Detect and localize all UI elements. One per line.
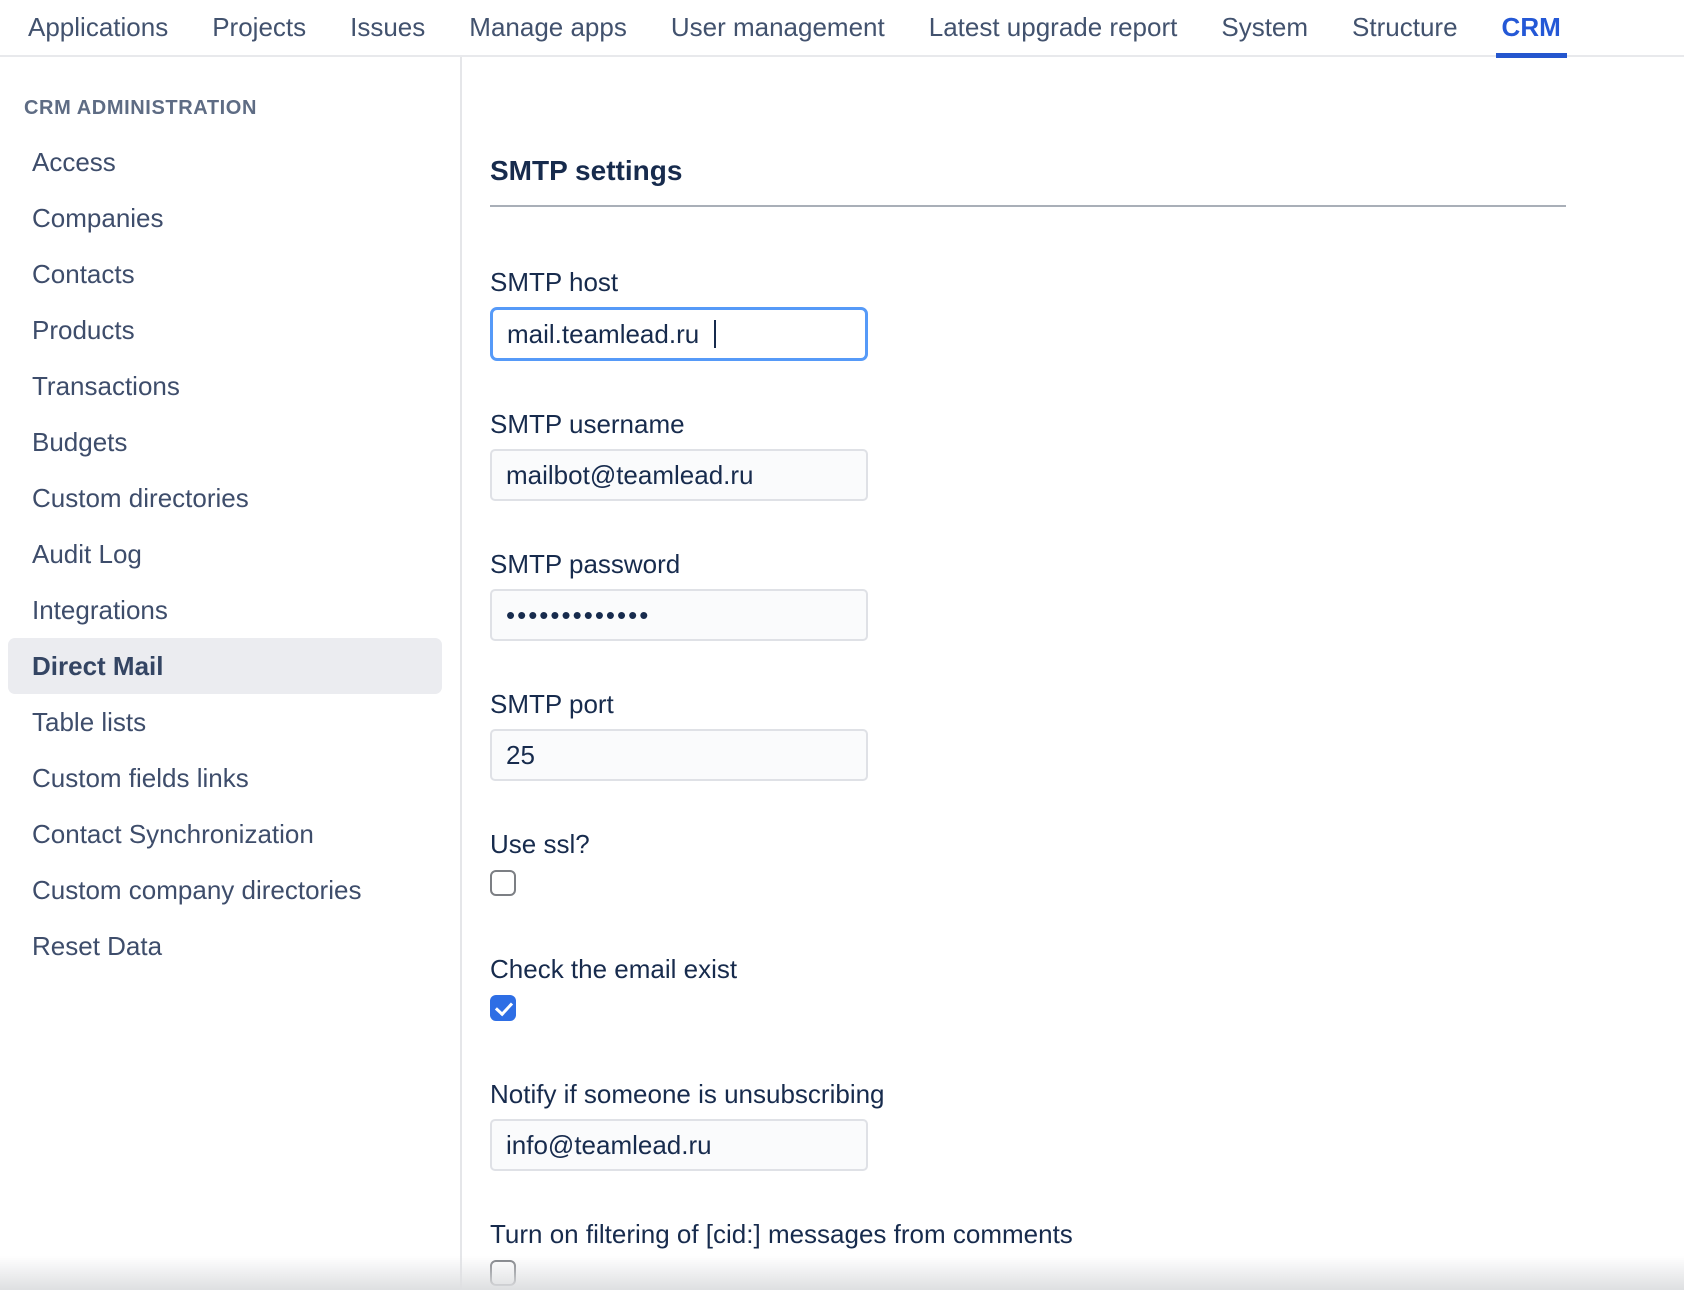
smtp-port-label: SMTP port bbox=[490, 687, 1566, 721]
field-unsubscribe-notify: Notify if someone is unsubscribing bbox=[490, 1077, 1566, 1171]
sidebar-item-custom-fields-links[interactable]: Custom fields links bbox=[8, 750, 442, 806]
field-check-email-exist: Check the email exist bbox=[490, 952, 1566, 1021]
nav-item-system[interactable]: System bbox=[1221, 0, 1308, 56]
unsubscribe-notify-input-wrap bbox=[490, 1119, 868, 1171]
field-smtp-host: SMTP host bbox=[490, 265, 1566, 361]
sidebar-item-table-lists[interactable]: Table lists bbox=[8, 694, 442, 750]
smtp-username-input[interactable] bbox=[490, 449, 868, 501]
smtp-port-input-wrap bbox=[490, 729, 868, 781]
sidebar-heading: CRM ADMINISTRATION bbox=[0, 97, 460, 120]
sidebar-item-companies[interactable]: Companies bbox=[8, 190, 442, 246]
field-smtp-password: SMTP password bbox=[490, 547, 1566, 641]
main-content: SMTP settings SMTP host SMTP username bbox=[462, 57, 1684, 1290]
text-caret bbox=[714, 320, 716, 348]
unsubscribe-notify-input[interactable] bbox=[490, 1119, 868, 1171]
sidebar-item-custom-directories[interactable]: Custom directories bbox=[8, 470, 442, 526]
smtp-username-label: SMTP username bbox=[490, 407, 1566, 441]
use-ssl-checkbox[interactable] bbox=[490, 870, 516, 896]
nav-item-crm[interactable]: CRM bbox=[1502, 0, 1561, 56]
sidebar-item-custom-company-directories[interactable]: Custom company directories bbox=[8, 862, 442, 918]
nav-item-structure[interactable]: Structure bbox=[1352, 0, 1458, 56]
field-cid-filtering: Turn on filtering of [cid:] messages fro… bbox=[490, 1217, 1566, 1286]
field-smtp-port: SMTP port bbox=[490, 687, 1566, 781]
unsubscribe-notify-label: Notify if someone is unsubscribing bbox=[490, 1077, 1566, 1111]
sidebar-item-access[interactable]: Access bbox=[8, 134, 442, 190]
nav-item-issues[interactable]: Issues bbox=[350, 0, 425, 56]
page-layout: CRM ADMINISTRATION Access Companies Cont… bbox=[0, 57, 1684, 1290]
check-email-exist-label: Check the email exist bbox=[490, 952, 1566, 986]
top-nav: Applications Projects Issues Manage apps… bbox=[0, 0, 1684, 57]
sidebar-item-audit-log[interactable]: Audit Log bbox=[8, 526, 442, 582]
sidebar-item-contact-synchronization[interactable]: Contact Synchronization bbox=[8, 806, 442, 862]
sidebar-item-transactions[interactable]: Transactions bbox=[8, 358, 442, 414]
check-email-exist-checkbox[interactable] bbox=[490, 995, 516, 1021]
sidebar-item-budgets[interactable]: Budgets bbox=[8, 414, 442, 470]
smtp-host-label: SMTP host bbox=[490, 265, 1566, 299]
sidebar-item-direct-mail[interactable]: Direct Mail bbox=[8, 638, 442, 694]
smtp-password-input[interactable] bbox=[490, 589, 868, 641]
smtp-port-input[interactable] bbox=[490, 729, 868, 781]
field-use-ssl: Use ssl? bbox=[490, 827, 1566, 896]
nav-item-user-management[interactable]: User management bbox=[671, 0, 885, 56]
use-ssl-label: Use ssl? bbox=[490, 827, 1566, 861]
cid-filtering-label: Turn on filtering of [cid:] messages fro… bbox=[490, 1217, 1566, 1251]
sidebar-item-products[interactable]: Products bbox=[8, 302, 442, 358]
sidebar-item-integrations[interactable]: Integrations bbox=[8, 582, 442, 638]
smtp-host-input-wrap bbox=[490, 307, 868, 361]
page-title: SMTP settings bbox=[490, 155, 1566, 187]
nav-item-manage-apps[interactable]: Manage apps bbox=[469, 0, 627, 56]
cid-filtering-checkbox[interactable] bbox=[490, 1260, 516, 1286]
smtp-password-input-wrap bbox=[490, 589, 868, 641]
sidebar: CRM ADMINISTRATION Access Companies Cont… bbox=[0, 57, 462, 1290]
smtp-password-label: SMTP password bbox=[490, 547, 1566, 581]
nav-item-projects[interactable]: Projects bbox=[212, 0, 306, 56]
nav-item-latest-upgrade-report[interactable]: Latest upgrade report bbox=[929, 0, 1178, 56]
sidebar-item-contacts[interactable]: Contacts bbox=[8, 246, 442, 302]
smtp-settings-form: SMTP host SMTP username SMTP password bbox=[490, 265, 1566, 1286]
field-smtp-username: SMTP username bbox=[490, 407, 1566, 501]
smtp-username-input-wrap bbox=[490, 449, 868, 501]
smtp-host-input[interactable] bbox=[490, 307, 868, 361]
nav-item-applications[interactable]: Applications bbox=[28, 0, 168, 56]
heading-divider bbox=[490, 205, 1566, 207]
sidebar-item-reset-data[interactable]: Reset Data bbox=[8, 918, 442, 974]
